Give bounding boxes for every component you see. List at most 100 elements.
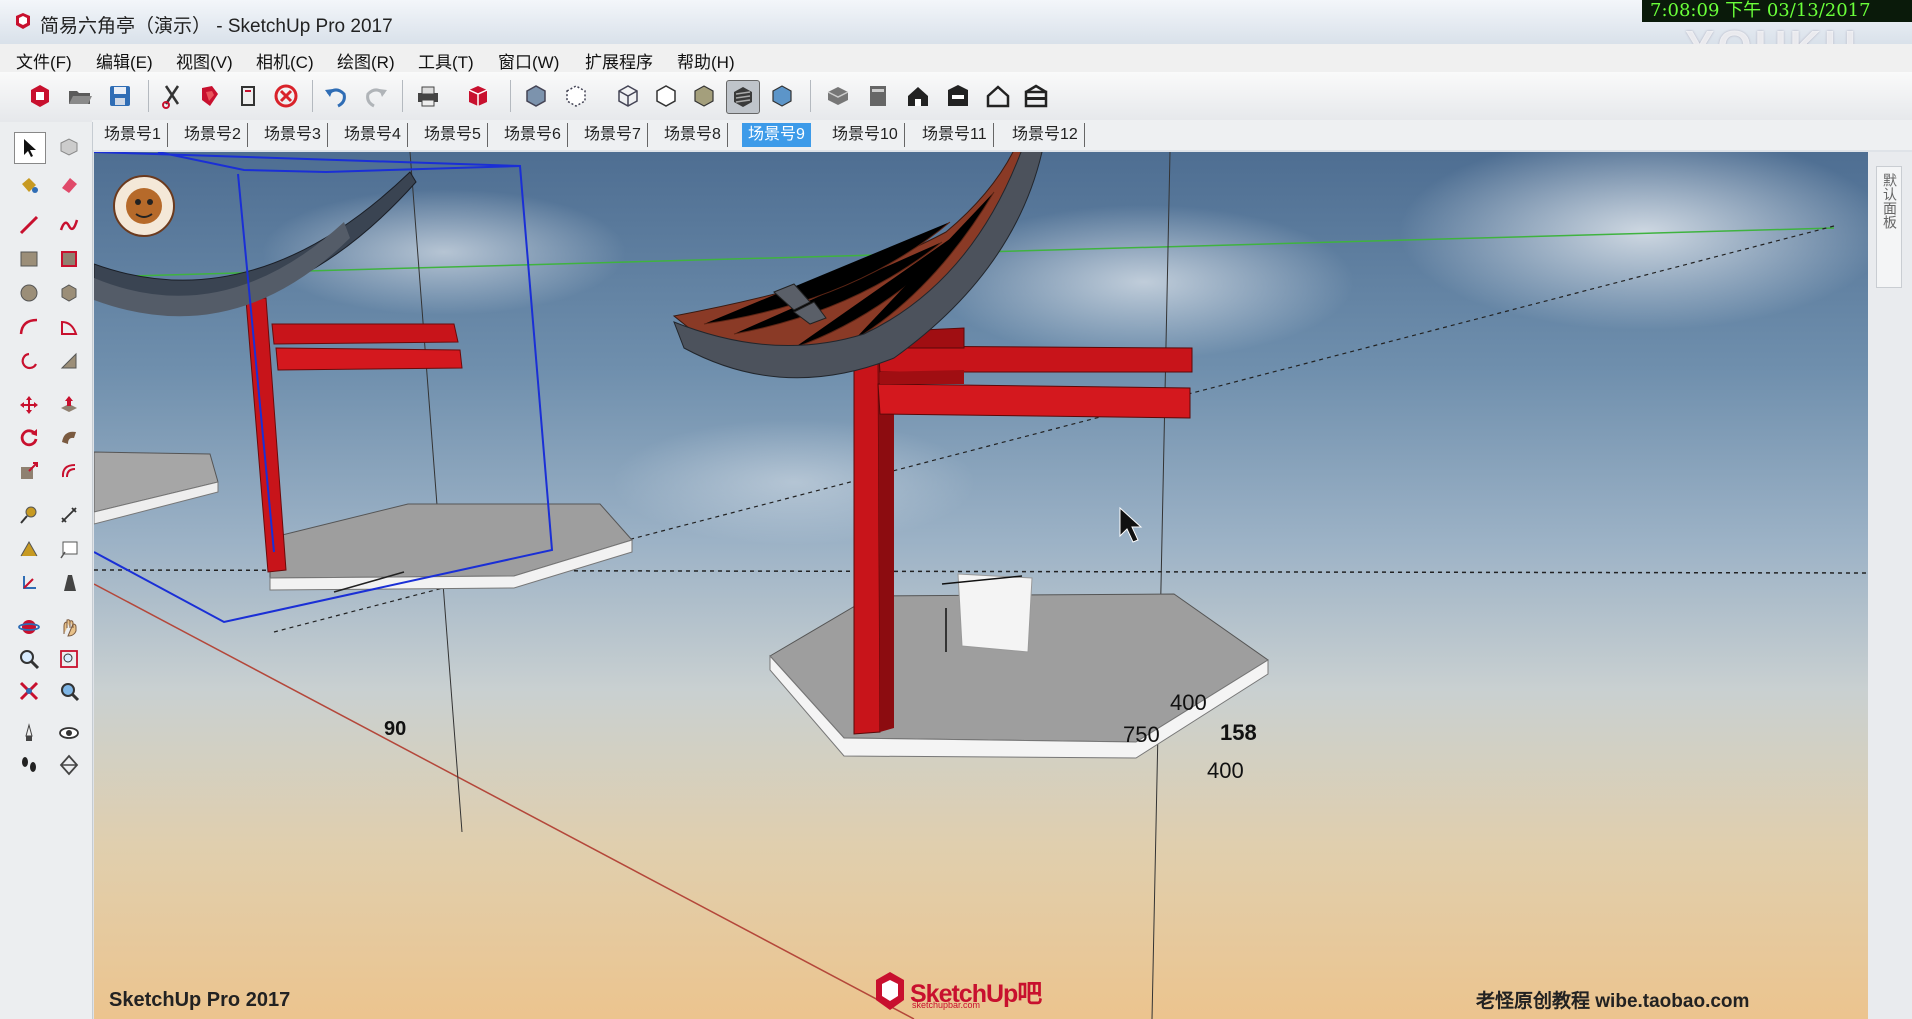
axes-icon[interactable] [14, 568, 44, 598]
tab-scene-10[interactable]: 场景号10 [826, 123, 905, 147]
wireframe-icon[interactable] [612, 80, 644, 112]
select-icon[interactable] [14, 132, 46, 164]
3d-text-icon[interactable] [54, 568, 84, 598]
pan-icon[interactable] [54, 612, 84, 642]
prev-view-icon[interactable] [54, 676, 84, 706]
tab-scene-4[interactable]: 场景号4 [338, 123, 408, 147]
blue-axis-line [1151, 152, 1171, 1019]
menu-bar: 文件(F) 编辑(E) 视图(V) 相机(C) 绘图(R) 工具(T) 窗口(W… [0, 44, 1912, 73]
zoom-extents-icon[interactable] [14, 676, 44, 706]
tape-measure-icon[interactable] [14, 500, 44, 530]
save-icon[interactable] [104, 80, 136, 112]
arc-icon[interactable] [14, 312, 44, 342]
protractor-icon[interactable] [14, 534, 44, 564]
pie-icon[interactable] [54, 312, 84, 342]
copy-icon[interactable] [232, 80, 264, 112]
rectangle-icon[interactable] [14, 244, 44, 274]
menu-file[interactable]: 文件(F) [16, 48, 72, 73]
offset-icon[interactable] [54, 456, 84, 486]
tab-scene-7[interactable]: 场景号7 [578, 123, 648, 147]
menu-help[interactable]: 帮助(H) [677, 48, 735, 73]
shaded-textures-icon[interactable] [726, 80, 760, 114]
cut-icon[interactable] [156, 80, 188, 112]
left-view-icon[interactable] [1020, 80, 1052, 112]
back-edges-icon[interactable] [560, 80, 592, 112]
menu-view[interactable]: 视图(V) [176, 48, 233, 73]
tab-scene-6[interactable]: 场景号6 [498, 123, 568, 147]
toolbar-separator [510, 80, 511, 112]
zoom-icon[interactable] [14, 644, 44, 674]
eraser-icon[interactable] [54, 170, 84, 200]
freehand-icon[interactable] [54, 210, 84, 240]
default-tray-tab[interactable]: 默认面板 [1876, 166, 1902, 288]
scale-icon[interactable] [14, 456, 44, 486]
menu-extensions[interactable]: 扩展程序 [585, 48, 653, 73]
follow-me-icon[interactable] [54, 422, 84, 452]
tab-scene-12[interactable]: 场景号12 [1006, 123, 1085, 147]
monochrome-icon[interactable] [766, 80, 798, 112]
components-icon[interactable] [462, 80, 494, 112]
component-icon[interactable] [54, 132, 84, 162]
right-view-icon[interactable] [942, 80, 974, 112]
walk-icon[interactable] [14, 750, 44, 780]
toolbar-separator [148, 80, 149, 112]
undo-icon[interactable] [320, 80, 352, 112]
model-viewport[interactable]: 400 750 158 400 90 SketchUp Pro 2017 老怪原… [94, 152, 1868, 1019]
ornament-sticker [113, 175, 175, 237]
model-info-icon[interactable] [24, 80, 56, 112]
default-tray-label: 默认面板 [1882, 173, 1898, 229]
position-camera-icon[interactable] [14, 718, 44, 748]
push-pull-icon[interactable] [54, 390, 84, 420]
rotate-arc-icon[interactable] [14, 346, 44, 376]
dimension-icon[interactable] [54, 500, 84, 530]
polygon-icon[interactable] [54, 278, 84, 308]
menu-draw[interactable]: 绘图(R) [337, 48, 395, 73]
tab-scene-3[interactable]: 场景号3 [258, 123, 328, 147]
move-icon[interactable] [14, 390, 44, 420]
toolbar-separator [312, 80, 313, 112]
section-plane-icon[interactable] [54, 750, 84, 780]
paint-icon[interactable] [194, 80, 226, 112]
print-icon[interactable] [412, 80, 444, 112]
open-icon[interactable] [64, 80, 96, 112]
iso-view-icon[interactable] [822, 80, 854, 112]
toolbar-separator [810, 80, 811, 112]
rotate-icon[interactable] [14, 422, 44, 452]
dimension-text-90: 90 [384, 718, 407, 740]
tab-scene-9[interactable]: 场景号9 [742, 123, 811, 147]
back-view-icon[interactable] [982, 80, 1014, 112]
menu-window[interactable]: 窗口(W) [498, 48, 559, 73]
menu-tools[interactable]: 工具(T) [418, 48, 474, 73]
front-view-icon[interactable] [902, 80, 934, 112]
tab-scene-8[interactable]: 场景号8 [658, 123, 728, 147]
erase-icon[interactable] [270, 80, 302, 112]
tab-scene-1[interactable]: 场景号1 [98, 123, 168, 147]
dimension-text-158: 158 [1220, 720, 1257, 745]
sketchup-bar-logo: SketchUp吧 sketchupbar.com [872, 970, 1042, 1014]
redo-icon[interactable] [360, 80, 392, 112]
sketchup-logo-icon [876, 972, 904, 1010]
tab-scene-2[interactable]: 场景号2 [178, 123, 248, 147]
look-around-icon[interactable] [54, 718, 84, 748]
line-icon[interactable] [14, 210, 44, 240]
arc-3pt-icon[interactable] [54, 346, 84, 376]
rotated-rectangle-icon[interactable] [54, 244, 84, 274]
orbit-icon[interactable] [14, 612, 44, 642]
toolbar-separator [402, 80, 403, 112]
tab-scene-11[interactable]: 场景号11 [916, 123, 994, 147]
logo-subtext: sketchupbar.com [912, 1000, 981, 1010]
top-view-icon[interactable] [862, 80, 894, 112]
paint-bucket-icon[interactable] [14, 170, 44, 200]
text-icon[interactable] [54, 534, 84, 564]
xray-icon[interactable] [520, 80, 552, 112]
clock-overlay: 7:08:09 下午 03/13/2017 [1642, 0, 1912, 22]
circle-icon[interactable] [14, 278, 44, 308]
menu-camera[interactable]: 相机(C) [256, 48, 314, 73]
brand-watermark: 老怪原创教程 wibe.taobao.com [1476, 991, 1750, 1012]
tab-scene-5[interactable]: 场景号5 [418, 123, 488, 147]
zoom-window-icon[interactable] [54, 644, 84, 674]
shaded-icon[interactable] [688, 80, 720, 112]
hidden-line-icon[interactable] [650, 80, 682, 112]
menu-edit[interactable]: 编辑(E) [96, 48, 153, 73]
blue-axis-line-left [409, 152, 463, 833]
